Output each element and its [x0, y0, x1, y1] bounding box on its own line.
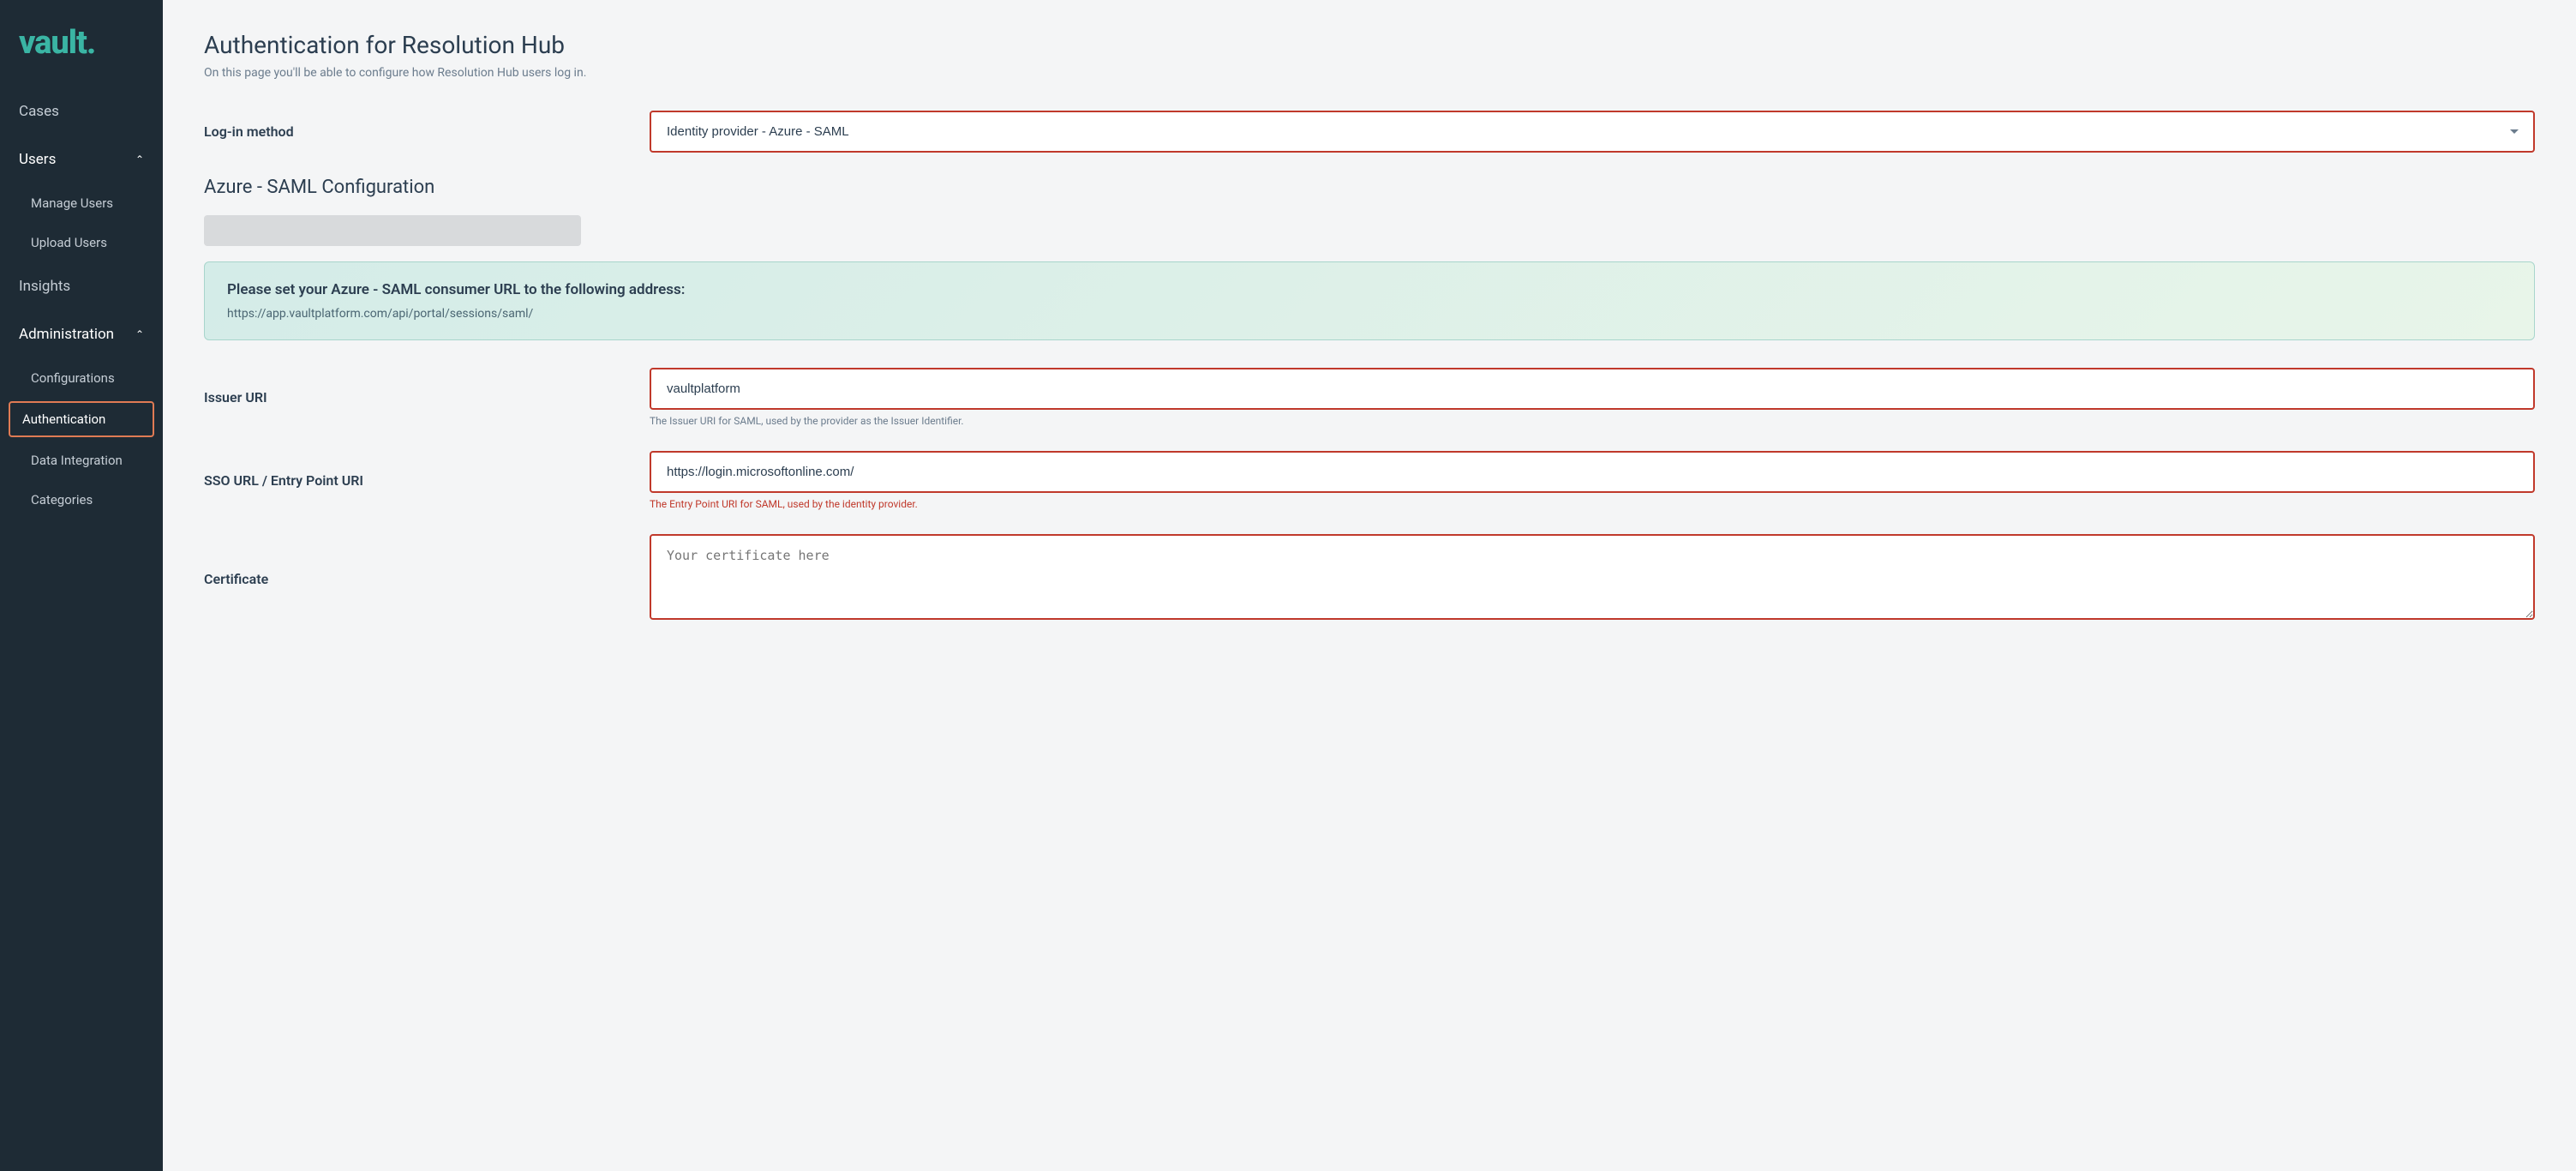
info-box-url: https://app.vaultplatform.com/api/portal… [227, 307, 2512, 321]
certificate-group: Certificate [204, 534, 2535, 623]
certificate-row: Certificate [204, 534, 2535, 623]
sidebar-item-configurations[interactable]: Configurations [0, 358, 163, 398]
sso-url-hint: The Entry Point URI for SAML, used by th… [650, 498, 2535, 510]
sidebar-item-authentication[interactable]: Authentication [9, 401, 154, 437]
sidebar-item-insights-label: Insights [19, 278, 70, 295]
sidebar-item-administration-label: Administration [19, 326, 114, 343]
certificate-control [650, 534, 2535, 623]
sidebar-item-users[interactable]: Users ⌃ [0, 135, 163, 183]
page-title: Authentication for Resolution Hub [204, 31, 2535, 59]
sidebar-item-administration[interactable]: Administration ⌃ [0, 310, 163, 358]
login-method-select[interactable]: Identity provider - Azure - SAML Usernam… [650, 111, 2535, 153]
page-subtitle: On this page you'll be able to configure… [204, 66, 2535, 80]
certificate-label: Certificate [204, 571, 650, 587]
sso-url-control: The Entry Point URI for SAML, used by th… [650, 451, 2535, 510]
login-method-row: Log-in method Identity provider - Azure … [204, 111, 2535, 153]
tab-bar [204, 215, 581, 246]
chevron-up-icon-admin: ⌃ [135, 328, 144, 340]
saml-section-title: Azure - SAML Configuration [204, 177, 2535, 198]
issuer-uri-hint: The Issuer URI for SAML, used by the pro… [650, 415, 2535, 427]
sidebar-item-insights[interactable]: Insights [0, 262, 163, 310]
sidebar-item-categories[interactable]: Categories [0, 480, 163, 519]
issuer-uri-row: Issuer URI The Issuer URI for SAML, used… [204, 368, 2535, 427]
info-box-title: Please set your Azure - SAML consumer UR… [227, 281, 2512, 298]
login-method-label: Log-in method [204, 123, 650, 140]
sso-url-row: SSO URL / Entry Point URI The Entry Poin… [204, 451, 2535, 510]
sidebar: vault. Cases Users ⌃ Manage Users Upload… [0, 0, 163, 1171]
main-content: Authentication for Resolution Hub On thi… [163, 0, 2576, 1171]
issuer-uri-input[interactable] [650, 368, 2535, 410]
issuer-uri-control: The Issuer URI for SAML, used by the pro… [650, 368, 2535, 427]
logo: vault. [0, 0, 163, 87]
sidebar-item-manage-users[interactable]: Manage Users [0, 183, 163, 223]
issuer-uri-label: Issuer URI [204, 389, 650, 405]
sso-url-group: SSO URL / Entry Point URI The Entry Poin… [204, 451, 2535, 510]
sidebar-item-cases-label: Cases [19, 103, 59, 120]
sidebar-item-data-integration[interactable]: Data Integration [0, 441, 163, 480]
issuer-uri-group: Issuer URI The Issuer URI for SAML, used… [204, 368, 2535, 427]
login-method-control: Identity provider - Azure - SAML Usernam… [650, 111, 2535, 153]
saml-info-box: Please set your Azure - SAML consumer UR… [204, 261, 2535, 340]
sidebar-item-upload-users[interactable]: Upload Users [0, 223, 163, 262]
sso-url-label: SSO URL / Entry Point URI [204, 472, 650, 489]
sidebar-item-cases[interactable]: Cases [0, 87, 163, 135]
chevron-up-icon: ⌃ [135, 153, 144, 165]
sidebar-item-users-label: Users [19, 151, 56, 168]
certificate-input[interactable] [650, 534, 2535, 620]
sso-url-input[interactable] [650, 451, 2535, 493]
